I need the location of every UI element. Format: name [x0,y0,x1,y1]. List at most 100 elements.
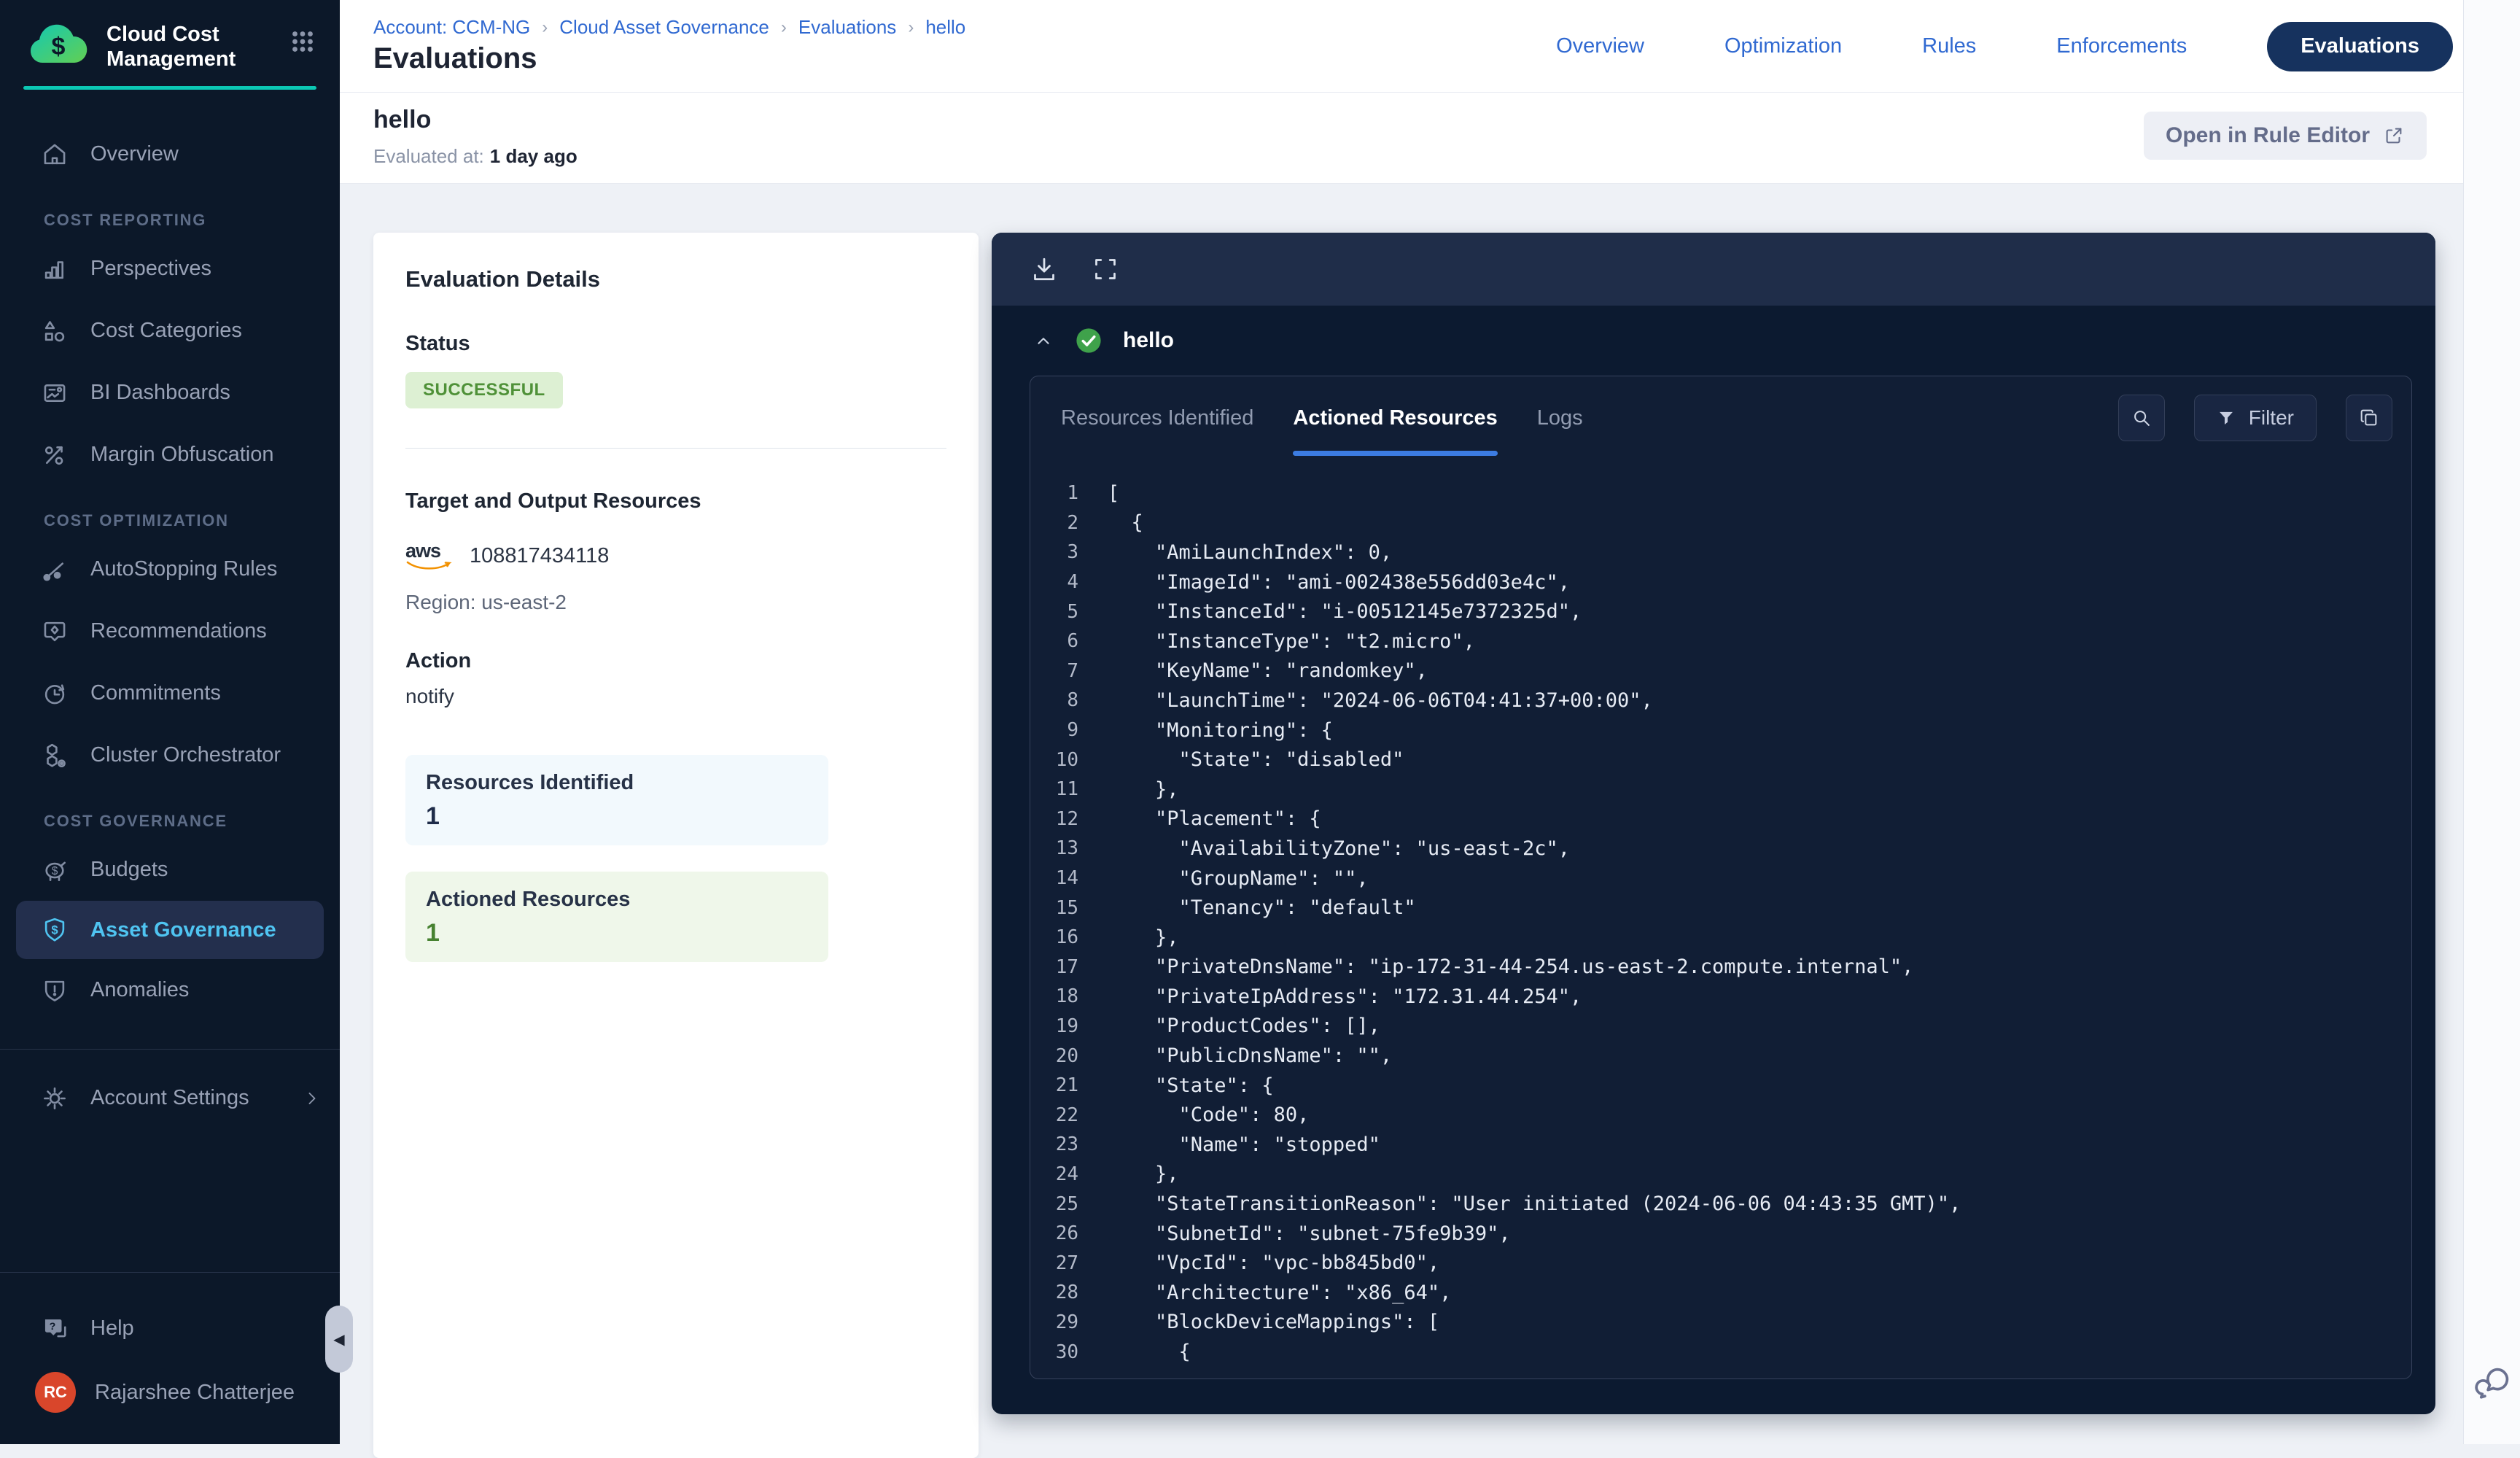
sidebar-item-cluster-orchestrator[interactable]: Cluster Orchestrator [0,724,340,786]
external-link-icon [2383,125,2405,147]
download-button[interactable] [1030,255,1059,284]
sidebar-item-overview[interactable]: Overview [0,123,340,185]
shapes-icon [41,317,69,345]
code-line: 13 "AvailabilityZone": "us-east-2c", [1030,834,2411,864]
sidebar-item-budgets[interactable]: $ Budgets [0,839,340,901]
sidebar-item-autostopping-rules[interactable]: AutoStopping Rules [0,538,340,600]
app-switcher-grid-icon[interactable] [287,26,318,57]
chevron-up-icon[interactable] [1032,330,1054,352]
sidebar-item-account-settings[interactable]: Account Settings [0,1067,340,1129]
line-number: 21 [1030,1074,1078,1096]
line-text: "AvailabilityZone": "us-east-2c", [1108,837,1570,860]
sidebar-item-cost-categories[interactable]: Cost Categories [0,300,340,362]
line-number: 7 [1030,660,1078,682]
breadcrumb-account[interactable]: Account: CCM-NG [373,16,530,39]
tab-evaluations-active[interactable]: Evaluations [2267,22,2453,71]
code-line: 25 "StateTransitionReason": "User initia… [1030,1189,2411,1219]
tab-enforcements[interactable]: Enforcements [2056,34,2187,58]
line-number: 29 [1030,1311,1078,1333]
open-in-rule-editor-label: Open in Rule Editor [2166,123,2370,148]
line-text: "SubnetId": "subnet-75fe9b39", [1108,1222,1511,1245]
sidebar-item-anomalies[interactable]: Anomalies [0,959,340,1021]
svg-text:$: $ [51,923,58,937]
sidebar-item-margin-obfuscation[interactable]: Margin Obfuscation [0,424,340,486]
content-area: Evaluation Details Status SUCCESSFUL Tar… [340,185,2463,1444]
module-accent-rule [23,86,316,90]
sidebar-item-label: Commitments [90,681,221,705]
line-text: }, [1108,926,1179,949]
shield-dollar-icon: $ [41,916,69,944]
sidebar-item-commitments[interactable]: Commitments [0,662,340,724]
line-number: 17 [1030,956,1078,978]
filter-button[interactable]: Filter [2194,395,2317,441]
line-number: 22 [1030,1104,1078,1126]
svg-text:$: $ [52,864,58,877]
sidebar: $ Cloud Cost Management Overview COST RE… [0,0,340,1444]
top-nav: Overview Optimization Rules Enforcements… [1556,0,2453,93]
line-text: "StateTransitionReason": "User initiated… [1108,1193,1961,1215]
breadcrumb: Account: CCM-NG › Cloud Asset Governance… [373,16,965,39]
card-title: Evaluation Details [405,266,946,292]
line-number: 6 [1030,630,1078,652]
copy-button[interactable] [2346,395,2392,441]
line-text: }, [1108,1163,1179,1185]
viewer-tabs: Resources Identified Actioned Resources … [1030,376,2411,459]
code-line: 5 "InstanceId": "i-00512145e7372325d", [1030,597,2411,627]
code-line: 28 "Architecture": "x86_64", [1030,1278,2411,1308]
code-line: 26 "SubnetId": "subnet-75fe9b39", [1030,1219,2411,1249]
right-rail [2463,0,2520,1444]
actioned-resources-label: Actioned Resources [426,888,808,912]
support-chat-button[interactable] [2473,1364,2512,1403]
tab-logs[interactable]: Logs [1537,376,1583,459]
code-line: 8 "LaunchTime": "2024-06-06T04:41:37+00:… [1030,686,2411,716]
sidebar-item-label: Recommendations [90,619,267,643]
evaluation-result-row[interactable]: hello [992,306,2435,376]
section-cost-reporting: COST REPORTING [0,203,340,238]
resources-identified-value: 1 [426,802,808,831]
tab-actioned-resources[interactable]: Actioned Resources [1293,376,1497,459]
code-line: 30 { [1030,1337,2411,1367]
line-text: "BlockDeviceMappings": [ [1108,1311,1439,1333]
breadcrumb-separator: › [781,18,787,38]
piggy-bank-icon: $ [41,856,69,884]
sidebar-item-help[interactable]: ? Help [0,1298,340,1360]
line-text: "GroupName": "", [1108,867,1369,890]
autostopping-lever-icon [41,556,69,583]
line-number: 1 [1030,482,1078,504]
line-number: 5 [1030,601,1078,623]
tab-resources-identified[interactable]: Resources Identified [1061,376,1253,459]
line-text: "Placement": { [1108,807,1321,830]
search-button[interactable] [2118,395,2165,441]
code-line: 24 }, [1030,1160,2411,1190]
code-line: 3 "AmiLaunchIndex": 0, [1030,538,2411,567]
line-number: 16 [1030,926,1078,948]
user-profile[interactable]: RC Rajarshee Chatterjee [0,1360,340,1432]
line-text: "KeyName": "randomkey", [1108,659,1428,682]
tab-optimization[interactable]: Optimization [1724,34,1842,58]
card-divider [405,448,946,449]
sidebar-item-recommendations[interactable]: Recommendations [0,600,340,662]
evaluated-at: Evaluated at:1 day ago [373,145,578,168]
fullscreen-button[interactable] [1091,255,1120,284]
breadcrumb-evaluations[interactable]: Evaluations [798,16,896,39]
tab-overview[interactable]: Overview [1556,34,1644,58]
sidebar-bottom: ? Help RC Rajarshee Chatterjee [0,1244,340,1444]
evaluation-header: hello Evaluated at:1 day ago Open in Rul… [340,93,2463,184]
sidebar-collapse-handle[interactable]: ◀ [325,1306,353,1373]
open-in-rule-editor-button[interactable]: Open in Rule Editor [2144,112,2427,160]
sidebar-item-label: Asset Governance [90,918,276,942]
breadcrumb-cloud-asset-governance[interactable]: Cloud Asset Governance [559,16,769,39]
sidebar-item-perspectives[interactable]: Perspectives [0,238,340,300]
line-text: "PrivateIpAddress": "172.31.44.254", [1108,985,1582,1008]
sidebar-item-label: Cost Categories [90,319,242,343]
line-number: 24 [1030,1163,1078,1185]
app-logo-row: $ Cloud Cost Management [0,0,340,71]
sidebar-item-bi-dashboards[interactable]: BI Dashboards [0,362,340,424]
tab-rules[interactable]: Rules [1922,34,1976,58]
code-line: 18 "PrivateIpAddress": "172.31.44.254", [1030,982,2411,1012]
line-text: "State": "disabled" [1108,748,1404,771]
sidebar-item-asset-governance[interactable]: $ Asset Governance [16,901,324,959]
line-text: "InstanceType": "t2.micro", [1108,630,1475,653]
json-code-view[interactable]: 1 [ 2 { 3 "AmiLaunchIndex": 0, [1030,459,2411,1367]
sidebar-nav: Overview COST REPORTING Perspectives Cos… [0,123,340,1129]
